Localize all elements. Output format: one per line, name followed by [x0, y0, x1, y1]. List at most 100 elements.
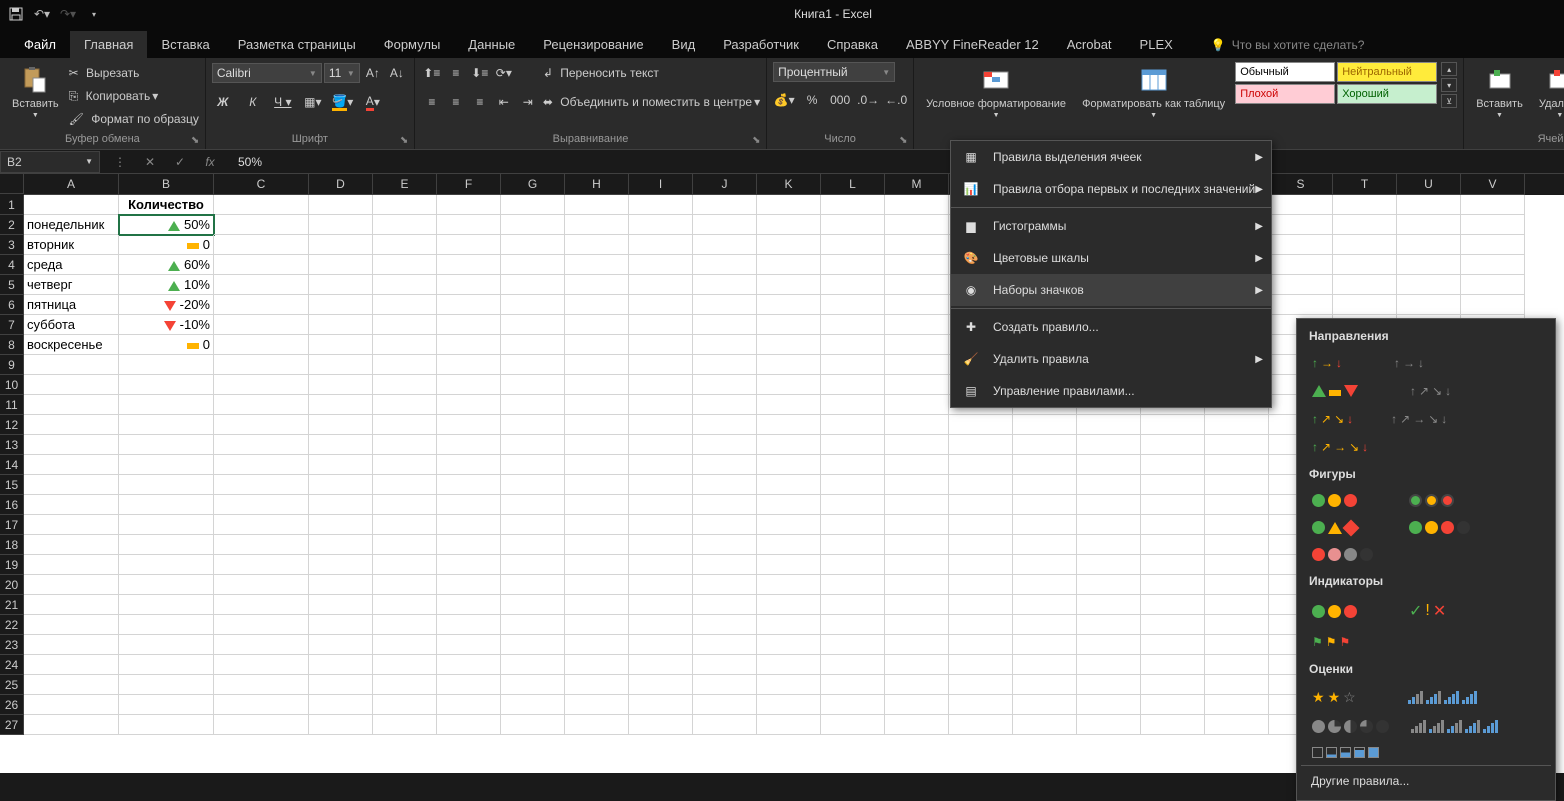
cell-E14[interactable]: [373, 455, 437, 475]
tab-review[interactable]: Рецензирование: [529, 31, 657, 58]
menu-data-bars[interactable]: ▆Гистограммы▶: [951, 210, 1271, 242]
cell-E20[interactable]: [373, 575, 437, 595]
cell-C23[interactable]: [214, 635, 309, 655]
cell-E17[interactable]: [373, 515, 437, 535]
cell-Q22[interactable]: [1141, 615, 1205, 635]
cell-M19[interactable]: [885, 555, 949, 575]
cell-J16[interactable]: [693, 495, 757, 515]
menu-clear-rules[interactable]: 🧹Удалить правила▶: [951, 343, 1271, 375]
tab-data[interactable]: Данные: [454, 31, 529, 58]
cell-F20[interactable]: [437, 575, 501, 595]
cell-E21[interactable]: [373, 595, 437, 615]
dec-decimal-icon[interactable]: ←.0: [885, 89, 907, 111]
cell-H5[interactable]: [565, 275, 629, 295]
cell-N17[interactable]: [949, 515, 1013, 535]
cell-I3[interactable]: [629, 235, 693, 255]
cell-H14[interactable]: [565, 455, 629, 475]
cell-J2[interactable]: [693, 215, 757, 235]
cell-G15[interactable]: [501, 475, 565, 495]
cell-F18[interactable]: [437, 535, 501, 555]
cell-A10[interactable]: [24, 375, 119, 395]
cell-C3[interactable]: [214, 235, 309, 255]
cell-K8[interactable]: [757, 335, 821, 355]
cell-G14[interactable]: [501, 455, 565, 475]
row-header-11[interactable]: 11: [0, 395, 24, 415]
cell-S5[interactable]: [1269, 275, 1333, 295]
cancel-icon[interactable]: ✕: [140, 155, 160, 169]
cell-F19[interactable]: [437, 555, 501, 575]
cell-K16[interactable]: [757, 495, 821, 515]
cell-D5[interactable]: [309, 275, 373, 295]
cell-C10[interactable]: [214, 375, 309, 395]
cell-G7[interactable]: [501, 315, 565, 335]
cell-P23[interactable]: [1077, 635, 1141, 655]
cell-G26[interactable]: [501, 695, 565, 715]
cell-P27[interactable]: [1077, 715, 1141, 735]
font-name-combo[interactable]: Calibri▼: [212, 63, 322, 83]
number-launcher-icon[interactable]: ⬊: [899, 135, 911, 147]
cell-P22[interactable]: [1077, 615, 1141, 635]
cell-R23[interactable]: [1205, 635, 1269, 655]
styles-scroll-down-icon[interactable]: ▾: [1441, 78, 1457, 92]
cell-K5[interactable]: [757, 275, 821, 295]
cell-R16[interactable]: [1205, 495, 1269, 515]
cell-N19[interactable]: [949, 555, 1013, 575]
cell-L25[interactable]: [821, 675, 885, 695]
cell-M27[interactable]: [885, 715, 949, 735]
cell-E3[interactable]: [373, 235, 437, 255]
cell-C14[interactable]: [214, 455, 309, 475]
cell-P24[interactable]: [1077, 655, 1141, 675]
iconset-5-arrows-colored[interactable]: ↑↗→↘↓: [1309, 437, 1371, 457]
cell-J9[interactable]: [693, 355, 757, 375]
border-icon[interactable]: ▦▾: [302, 91, 324, 113]
style-bad[interactable]: Плохой: [1235, 84, 1335, 104]
cell-K22[interactable]: [757, 615, 821, 635]
cell-L26[interactable]: [821, 695, 885, 715]
cell-N13[interactable]: [949, 435, 1013, 455]
cell-K25[interactable]: [757, 675, 821, 695]
enter-icon[interactable]: ✓: [170, 155, 190, 169]
cell-H23[interactable]: [565, 635, 629, 655]
cell-A2[interactable]: понедельник: [24, 215, 119, 235]
cell-J21[interactable]: [693, 595, 757, 615]
cell-D9[interactable]: [309, 355, 373, 375]
cell-N24[interactable]: [949, 655, 1013, 675]
cell-M25[interactable]: [885, 675, 949, 695]
cell-R24[interactable]: [1205, 655, 1269, 675]
split-icon[interactable]: ⋮: [110, 155, 130, 169]
bold-icon[interactable]: Ж: [212, 91, 234, 113]
align-left-icon[interactable]: ≡: [421, 91, 443, 113]
row-header-16[interactable]: 16: [0, 495, 24, 515]
cell-K13[interactable]: [757, 435, 821, 455]
cell-O23[interactable]: [1013, 635, 1077, 655]
cell-B24[interactable]: [119, 655, 214, 675]
cell-P15[interactable]: [1077, 475, 1141, 495]
cell-I13[interactable]: [629, 435, 693, 455]
cell-C22[interactable]: [214, 615, 309, 635]
cell-P21[interactable]: [1077, 595, 1141, 615]
cell-R21[interactable]: [1205, 595, 1269, 615]
format-painter-button[interactable]: 🖌 Формат по образцу: [69, 108, 199, 130]
cell-B5[interactable]: 10%: [119, 275, 214, 295]
cell-V2[interactable]: [1461, 215, 1525, 235]
cell-T6[interactable]: [1333, 295, 1397, 315]
cell-G13[interactable]: [501, 435, 565, 455]
cell-O24[interactable]: [1013, 655, 1077, 675]
cell-Q27[interactable]: [1141, 715, 1205, 735]
cell-M14[interactable]: [885, 455, 949, 475]
cell-I17[interactable]: [629, 515, 693, 535]
cell-S4[interactable]: [1269, 255, 1333, 275]
cell-E11[interactable]: [373, 395, 437, 415]
tab-abbyy[interactable]: ABBYY FineReader 12: [892, 31, 1053, 58]
fill-color-icon[interactable]: 🪣▾: [332, 91, 354, 113]
cell-J1[interactable]: [693, 195, 757, 215]
percent-icon[interactable]: %: [801, 89, 823, 111]
cell-I22[interactable]: [629, 615, 693, 635]
cell-L15[interactable]: [821, 475, 885, 495]
cell-B6[interactable]: -20%: [119, 295, 214, 315]
col-header-G[interactable]: G: [501, 174, 565, 195]
cell-C2[interactable]: [214, 215, 309, 235]
cell-K24[interactable]: [757, 655, 821, 675]
cell-P14[interactable]: [1077, 455, 1141, 475]
cell-J6[interactable]: [693, 295, 757, 315]
